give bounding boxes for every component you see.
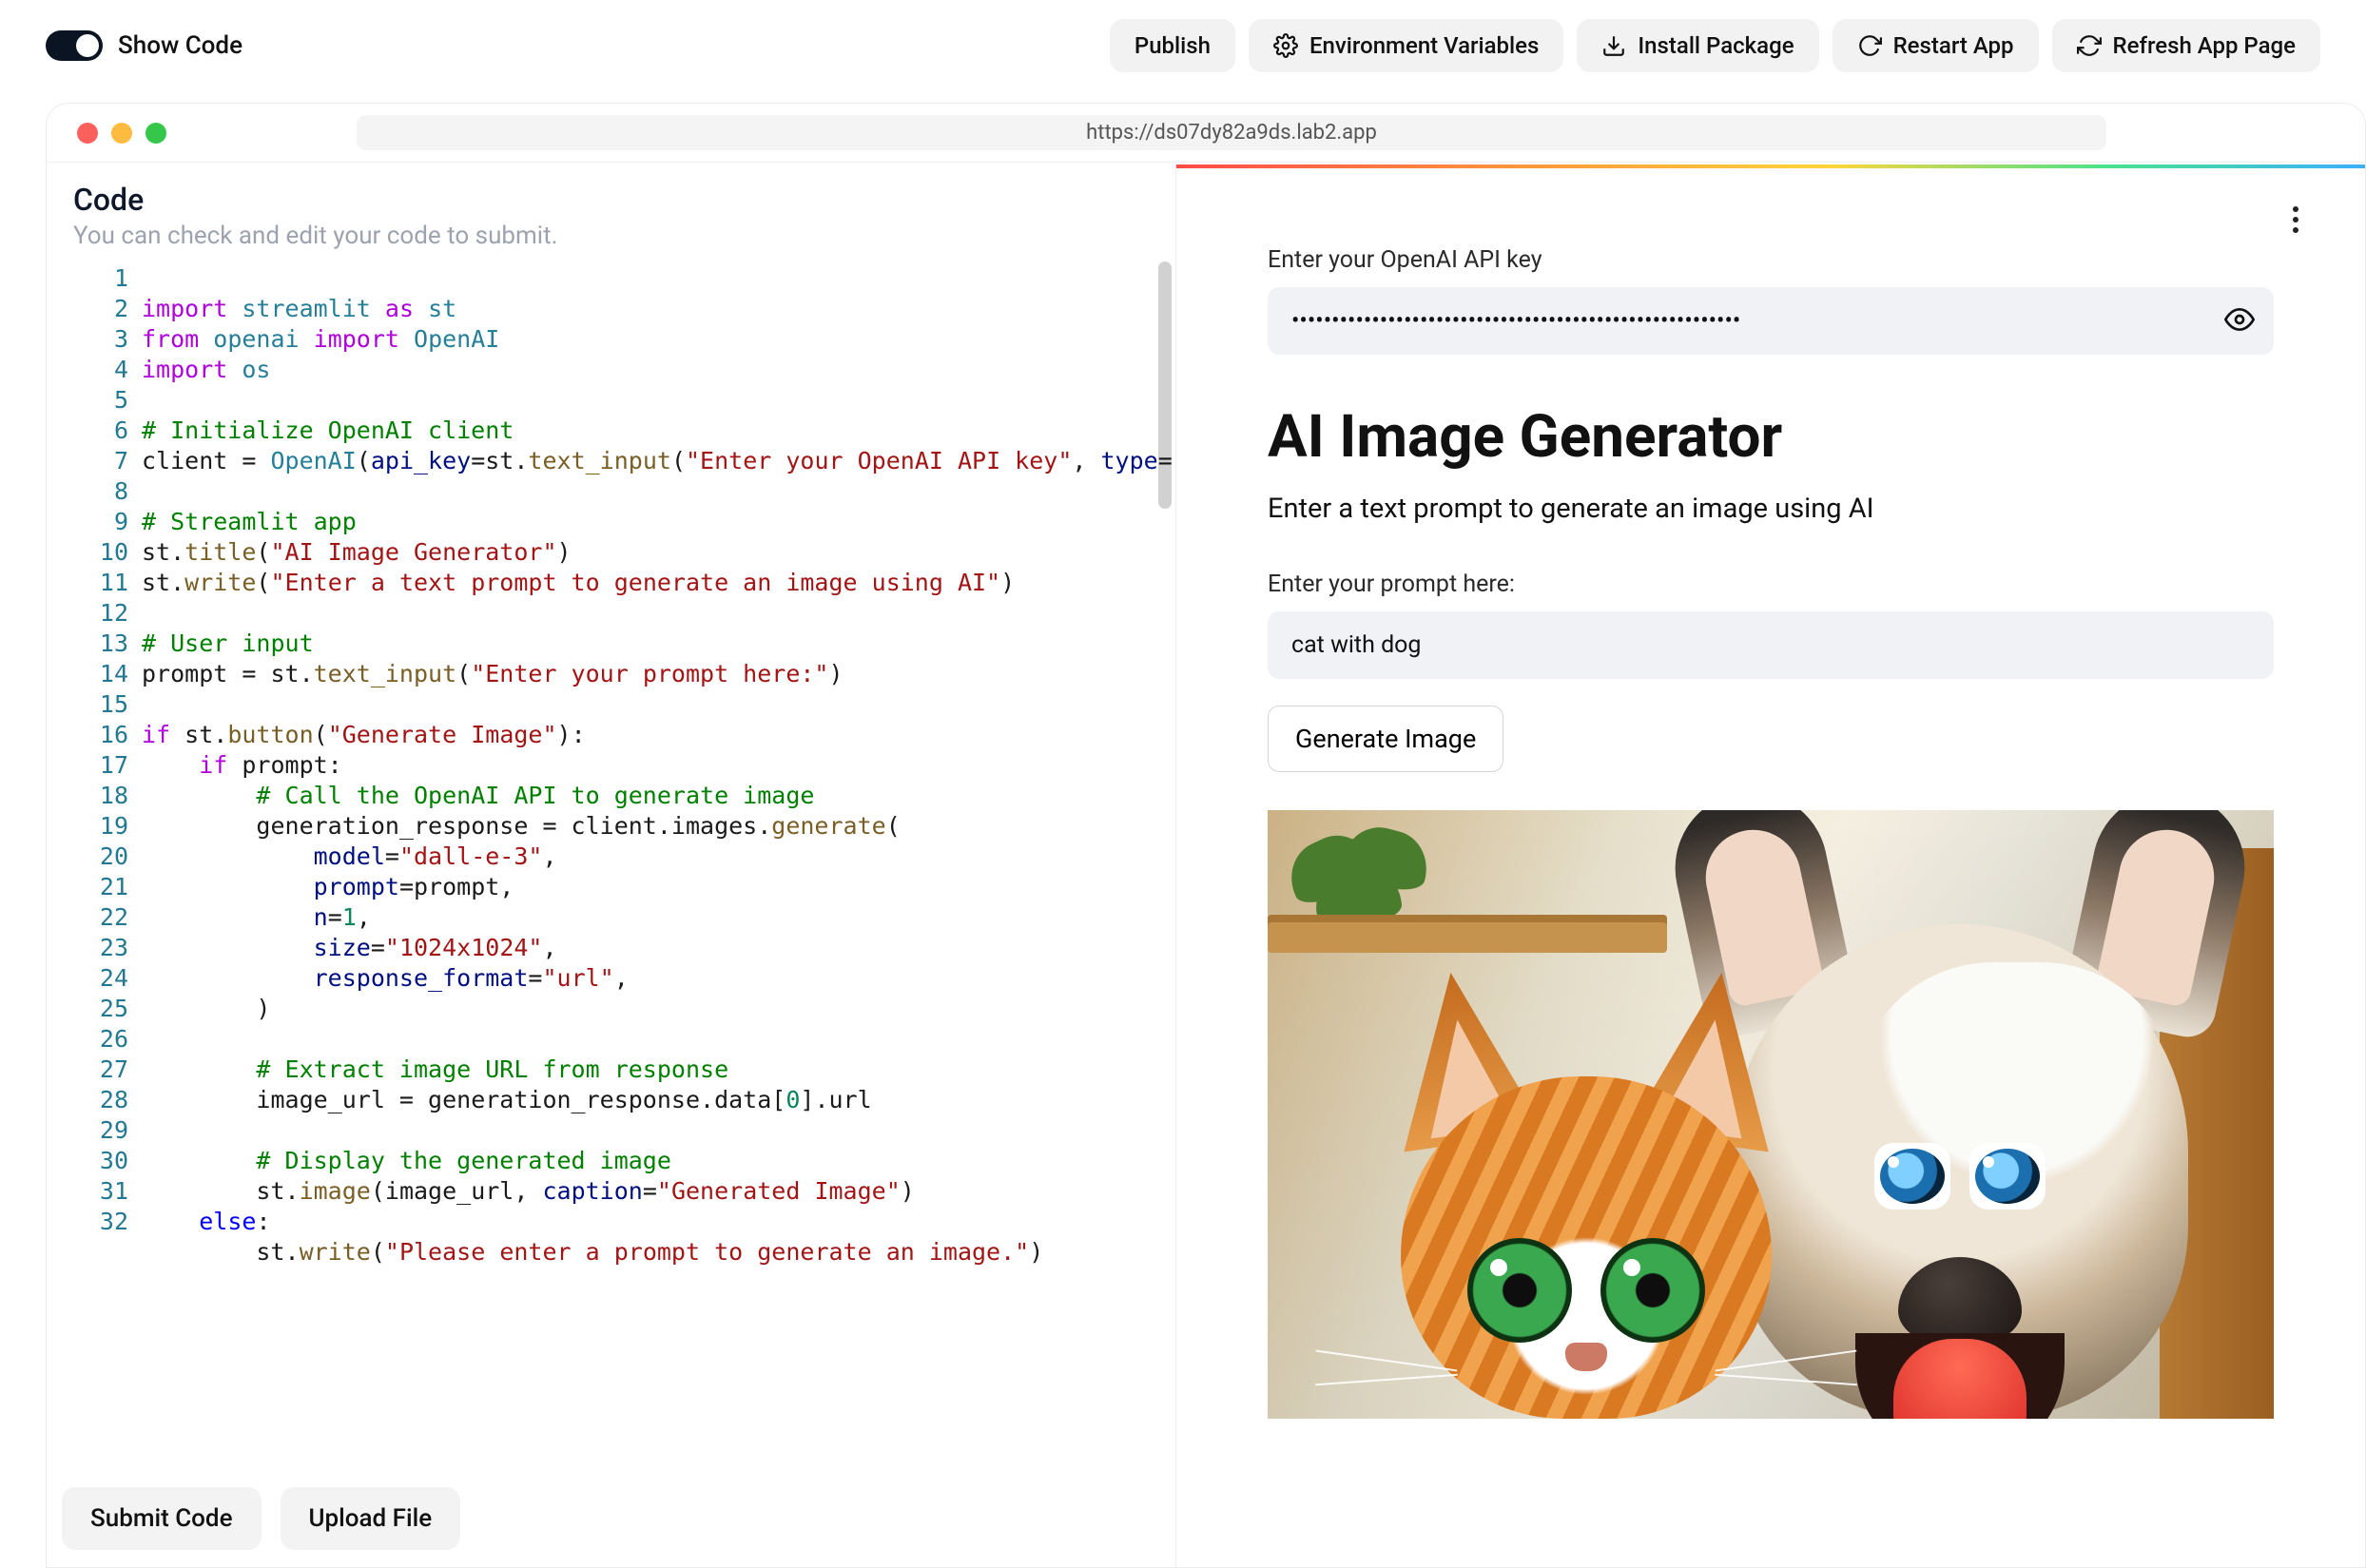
- gear-icon: [1273, 33, 1298, 58]
- restart-icon: [1857, 33, 1882, 58]
- generate-image-button[interactable]: Generate Image: [1268, 706, 1503, 772]
- app-title: AI Image Generator: [1268, 402, 2274, 472]
- install-pkg-label: Install Package: [1638, 32, 1794, 59]
- code-text[interactable]: import streamlit as st from openai impor…: [142, 260, 1175, 1567]
- url-text: https://ds07dy82a9ds.lab2.app: [1086, 121, 1377, 145]
- generate-label: Generate Image: [1295, 724, 1476, 754]
- prompt-input[interactable]: [1268, 611, 2274, 679]
- env-vars-label: Environment Variables: [1309, 32, 1539, 59]
- show-code-toggle[interactable]: [46, 30, 103, 61]
- upload-file-button[interactable]: Upload File: [281, 1487, 461, 1550]
- env-vars-button[interactable]: Environment Variables: [1249, 19, 1563, 72]
- api-key-input[interactable]: [1268, 287, 2274, 355]
- api-key-label: Enter your OpenAI API key: [1268, 246, 2274, 274]
- eye-icon[interactable]: [2224, 304, 2255, 339]
- download-icon: [1601, 33, 1626, 58]
- close-window-icon[interactable]: [77, 123, 98, 144]
- app-subtitle: Enter a text prompt to generate an image…: [1268, 493, 2274, 525]
- minimize-window-icon[interactable]: [111, 123, 132, 144]
- publish-label: Publish: [1135, 32, 1211, 59]
- window-controls: [77, 123, 166, 144]
- window-title-bar: https://ds07dy82a9ds.lab2.app: [47, 104, 2365, 163]
- app-window: https://ds07dy82a9ds.lab2.app Code You c…: [46, 103, 2366, 1568]
- loading-bar: [1176, 165, 2365, 168]
- code-editor[interactable]: 1234567891011121314151617181920212223242…: [47, 260, 1175, 1567]
- restart-label: Restart App: [1893, 32, 2014, 59]
- submit-label: Submit Code: [90, 1504, 233, 1533]
- prompt-label: Enter your prompt here:: [1268, 571, 2274, 598]
- refresh-label: Refresh App Page: [2113, 32, 2296, 59]
- submit-code-button[interactable]: Submit Code: [62, 1487, 262, 1550]
- code-pane: Code You can check and edit your code to…: [47, 165, 1176, 1567]
- upload-label: Upload File: [309, 1504, 433, 1533]
- show-code-label: Show Code: [118, 31, 242, 60]
- install-package-button[interactable]: Install Package: [1577, 19, 1818, 72]
- code-subtitle: You can check and edit your code to subm…: [73, 222, 1149, 250]
- refresh-page-button[interactable]: Refresh App Page: [2052, 19, 2320, 72]
- refresh-icon: [2077, 33, 2102, 58]
- line-gutter: 1234567891011121314151617181920212223242…: [47, 260, 142, 1567]
- left-controls: Show Code: [46, 30, 242, 61]
- code-title: Code: [73, 182, 1149, 218]
- publish-button[interactable]: Publish: [1110, 19, 1235, 72]
- right-actions: Publish Environment Variables Install Pa…: [1110, 19, 2320, 72]
- vertical-scrollbar[interactable]: [1154, 260, 1175, 1567]
- menu-icon[interactable]: [2293, 206, 2298, 233]
- restart-app-button[interactable]: Restart App: [1833, 19, 2039, 72]
- preview-pane: Enter your OpenAI API key AI Image Gener…: [1176, 165, 2365, 1567]
- maximize-window-icon[interactable]: [145, 123, 166, 144]
- generated-image: [1268, 810, 2274, 1419]
- top-toolbar: Show Code Publish Environment Variables …: [0, 0, 2366, 89]
- url-bar[interactable]: https://ds07dy82a9ds.lab2.app: [357, 115, 2106, 150]
